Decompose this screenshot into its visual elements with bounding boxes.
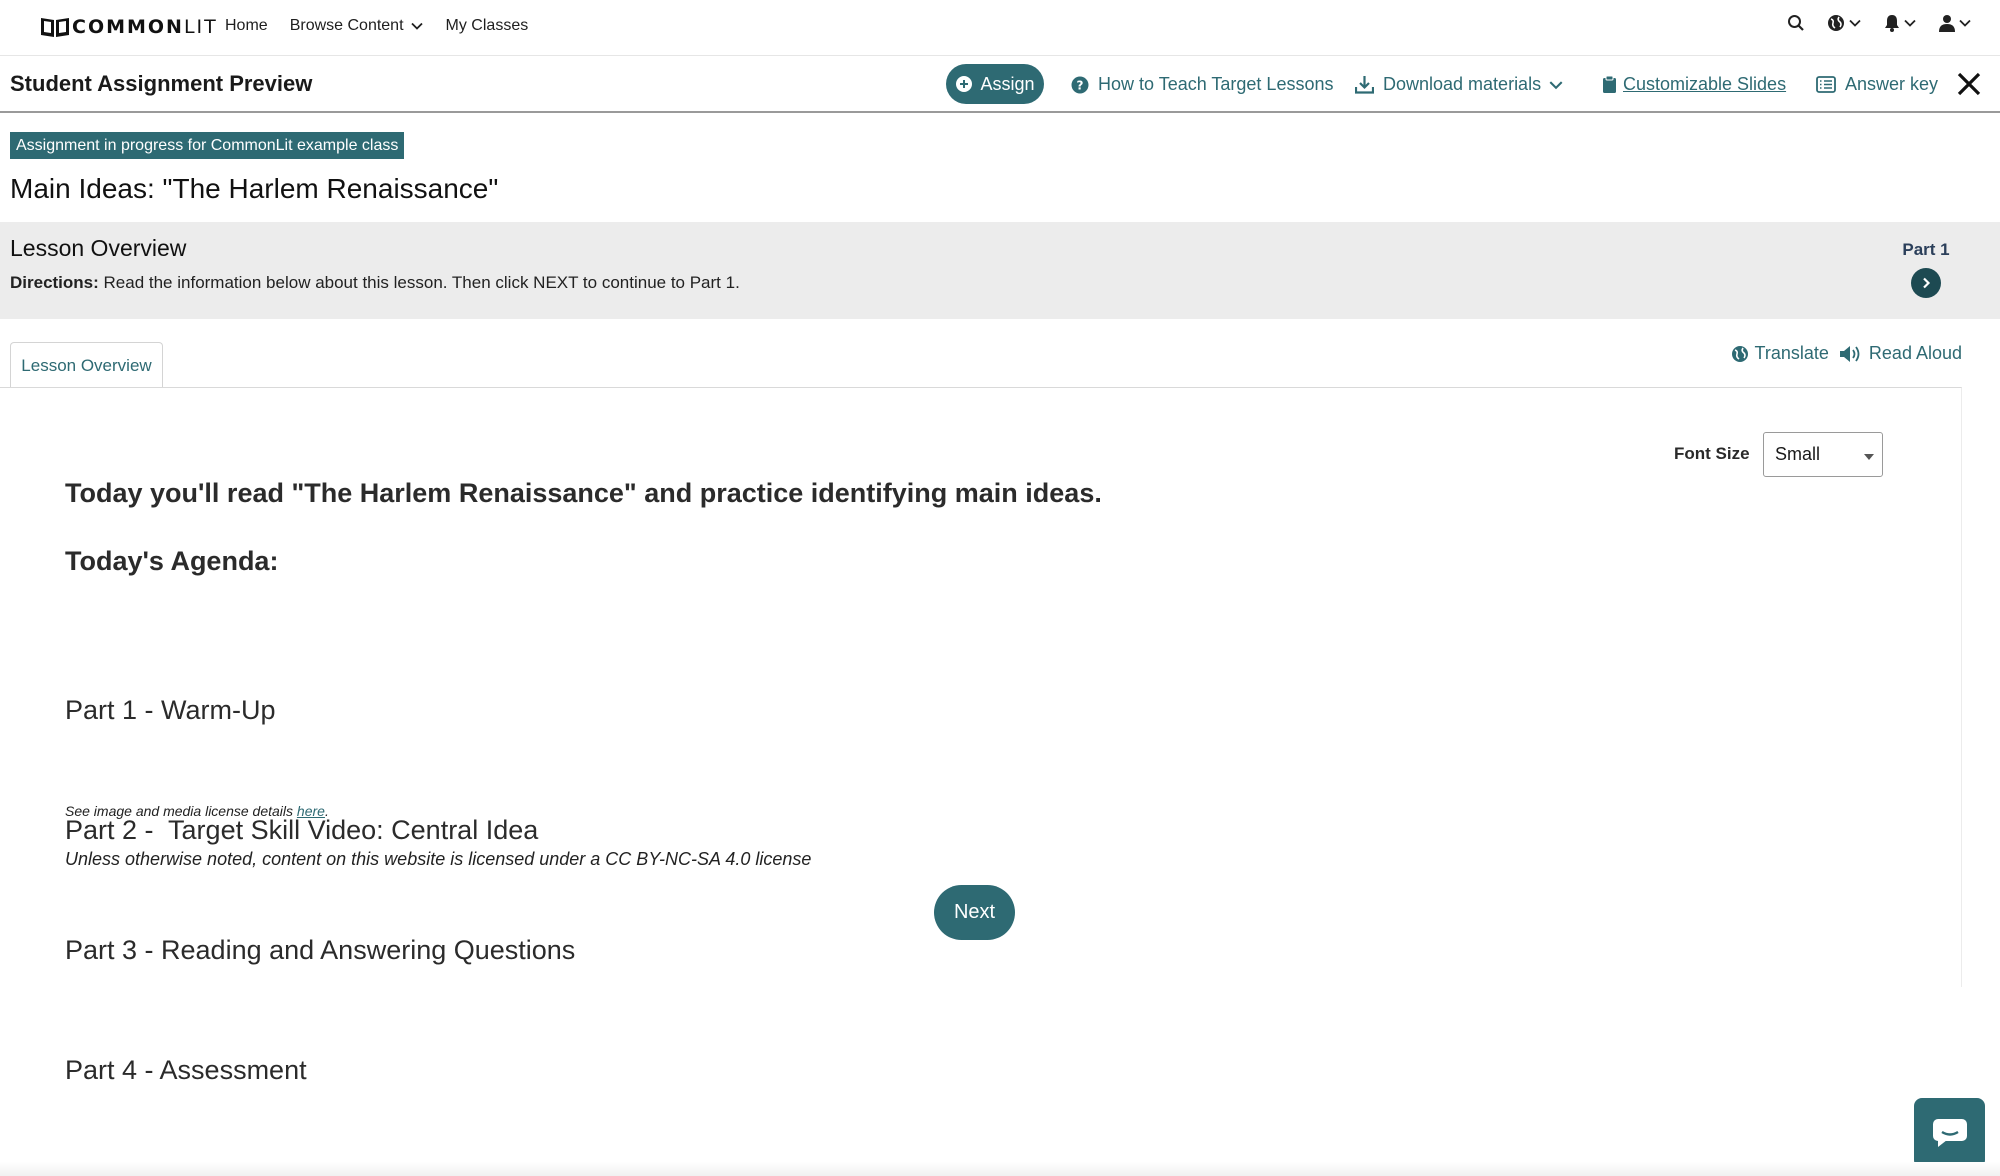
how-to-teach-label: How to Teach Target Lessons [1098,74,1334,94]
lesson-title: Main Ideas: "The Harlem Renaissance" [10,173,499,204]
chevron-down-icon [1549,80,1563,89]
assign-label: Assign [980,73,1035,94]
chat-icon [1932,1119,1967,1147]
customizable-slides-link[interactable]: Customizable Slides [1602,74,1786,95]
media-license-note: See image and media license details here… [65,803,329,819]
font-size-value: Small [1775,444,1821,464]
chevron-right-icon [1923,277,1931,289]
logo-text: COMMONLIT [72,16,218,38]
speaker-icon [1839,345,1860,362]
globe-icon [1731,345,1748,362]
agenda-heading: Today's Agenda: [65,546,279,576]
top-navigation: COMMONLIT Home Browse Content My Classes [0,0,2000,56]
customizable-slides-label: Customizable Slides [1623,74,1787,94]
nav-home-link[interactable]: Home [225,17,268,35]
search-icon [1788,15,1804,31]
agenda-item: Part 1 - Warm-Up [65,695,276,725]
account-menu[interactable] [1939,14,1972,32]
answer-key-link[interactable]: Answer key [1816,74,1938,95]
answer-key-label: Answer key [1845,74,1939,94]
reading-tools: Translate Read Aloud [1721,343,1962,364]
directions-text: Read the information below about this le… [98,273,740,292]
primary-nav: Home Browse Content My Classes [225,17,550,35]
clipboard-icon [1603,75,1616,93]
svg-text:?: ? [1077,78,1084,92]
how-to-teach-link[interactable]: ? How to Teach Target Lessons [1071,74,1333,95]
chevron-down-icon [1959,19,1971,27]
read-aloud-label: Read Aloud [1868,343,1962,363]
agenda-list: Part 1 - Warm-Up Part 2 - Target Skill V… [65,610,575,1130]
download-icon [1355,76,1374,94]
nav-browse-label: Browse Content [289,17,404,34]
tab-lesson-overview[interactable]: Lesson Overview [10,342,163,388]
search-button[interactable] [1787,14,1805,32]
bell-icon [1885,15,1899,32]
globe-icon [1828,15,1844,31]
commonlit-logo[interactable]: COMMONLIT [40,16,218,38]
directions-label: Directions: [10,273,99,292]
question-circle-icon: ? [1071,76,1089,93]
chevron-down-icon [1849,19,1861,27]
lesson-intro: Today you'll read "The Harlem Renaissanc… [65,478,1102,508]
agenda-item: Part 3 - Reading and Answering Questions [65,935,576,965]
user-icon [1939,15,1955,32]
assign-button[interactable]: Assign [946,64,1044,104]
nav-browse-content[interactable]: Browse Content [290,17,424,35]
page-bottom-edge [0,1162,2000,1176]
page-title: Student Assignment Preview [10,71,313,96]
chevron-down-icon [1904,19,1916,27]
plus-circle-icon [956,76,973,92]
download-materials-label: Download materials [1383,74,1542,94]
nav-my-classes-link[interactable]: My Classes [446,17,529,35]
read-aloud-button[interactable]: Read Aloud [1839,343,1962,364]
preview-header: Student Assignment Preview Assign ? How … [0,57,2000,113]
site-license-note: Unless otherwise noted, content on this … [65,849,812,869]
notifications-menu[interactable] [1884,14,1917,32]
chevron-down-icon [410,22,423,30]
utility-nav [1765,14,1972,32]
help-chat-button[interactable] [1914,1098,1985,1168]
next-part-button[interactable] [1911,268,1941,298]
next-button[interactable]: Next [934,885,1015,940]
agenda-item: Part 4 - Assessment [65,1055,307,1085]
font-size-select[interactable]: Small [1763,432,1883,477]
list-icon [1816,76,1836,93]
caret-down-icon [1864,454,1874,460]
close-icon[interactable] [1954,69,1984,99]
assignment-status-badge: Assignment in progress for CommonLit exa… [10,132,405,159]
translate-button[interactable]: Translate [1731,343,1829,364]
part-navigation[interactable]: Part 1 [1896,240,1956,298]
license-details-link[interactable]: here [297,803,325,819]
part-label: Part 1 [1902,240,1950,259]
language-menu[interactable] [1827,14,1862,32]
translate-label: Translate [1754,343,1829,363]
overview-heading: Lesson Overview [10,235,187,261]
overview-directions: Directions: Read the information below a… [10,273,740,293]
lesson-overview-banner: Lesson Overview Directions: Read the inf… [0,222,2000,319]
download-materials-menu[interactable]: Download materials [1355,74,1564,95]
book-logo-icon [40,16,70,38]
font-size-label: Font Size [1674,444,1750,463]
